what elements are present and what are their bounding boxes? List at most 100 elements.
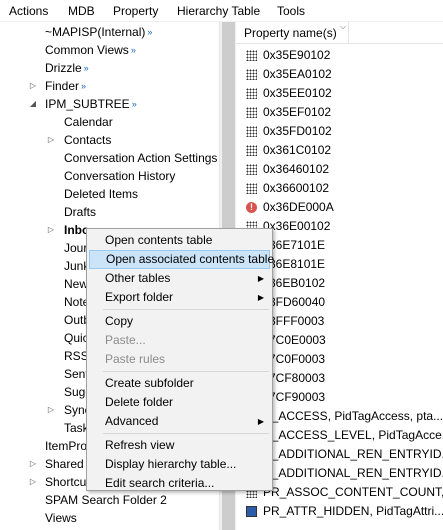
property-row[interactable]: 0x361C0102 xyxy=(236,141,443,160)
menu-hierarchy-table[interactable]: Hierarchy Table xyxy=(177,4,260,18)
tree-item[interactable]: Contacts xyxy=(64,131,111,149)
tree-item-label: New xyxy=(64,277,89,291)
double-chevron-icon: » xyxy=(131,99,137,109)
menu-item-label: Open contents table xyxy=(105,233,213,247)
menu-item-label: Advanced xyxy=(105,414,159,428)
tree-item[interactable]: Task xyxy=(64,419,89,437)
menu-item-refresh-view[interactable]: Refresh view xyxy=(89,436,270,455)
property-row[interactable]: PR_ATTR_HIDDEN, PidTagAttri... xyxy=(236,502,443,521)
menu-item-create-subfolder[interactable]: Create subfolder xyxy=(89,374,270,393)
double-chevron-icon: » xyxy=(147,27,152,37)
column-header[interactable]: Property name(s) ⌵ xyxy=(236,22,443,44)
menu-property[interactable]: Property xyxy=(113,4,158,18)
tree-item-label: Shortcu xyxy=(45,475,87,489)
menu-item-label: Paste... xyxy=(105,333,146,347)
menu-item-edit-search-criteria[interactable]: Edit search criteria... xyxy=(89,474,270,493)
tree-item[interactable]: Drizzle» xyxy=(45,59,89,77)
property-name: 0x36460102 xyxy=(263,162,330,176)
tree-item-label: Views xyxy=(45,511,77,525)
property-name: R_ACCESS, PidTagAccess, pta... xyxy=(263,409,443,423)
menu-item-label: Delete folder xyxy=(105,395,174,409)
property-name: R_ADDITIONAL_REN_ENTRYID... xyxy=(263,447,443,461)
tree-item[interactable]: Quic xyxy=(64,329,89,347)
property-row[interactable]: 0x35EF0102 xyxy=(236,103,443,122)
menu-item-label: Open associated contents table xyxy=(106,252,275,266)
property-name: 0x35EF0102 xyxy=(263,105,332,119)
double-chevron-icon: » xyxy=(83,63,89,73)
menu-item-label: Display hierarchy table... xyxy=(105,457,237,471)
menu-item-export-folder[interactable]: Export folder ▶ xyxy=(89,288,270,307)
menu-item-label: Copy xyxy=(105,314,134,328)
property-row[interactable]: 0x36460102 xyxy=(236,160,443,179)
tree-item[interactable]: Jour xyxy=(64,239,87,257)
tree-item-label: Shared xyxy=(45,457,84,471)
property-grid-icon xyxy=(246,107,257,118)
menu-item-copy[interactable]: Copy xyxy=(89,312,270,331)
tree-item[interactable]: ~MAPISP(Internal)» xyxy=(45,23,152,41)
menu-item-display-hierarchy-table[interactable]: Display hierarchy table... xyxy=(89,455,270,474)
double-chevron-icon: » xyxy=(130,45,136,55)
property-name: 0x35EA0102 xyxy=(263,67,332,81)
tree-item-label: Jour xyxy=(64,241,88,255)
tree-item[interactable]: Shortcu xyxy=(45,473,86,491)
column-separator[interactable] xyxy=(348,22,349,44)
tree-item-label: Drafts xyxy=(64,205,97,219)
tree-item-label: Drizzle xyxy=(45,61,82,75)
tree-item[interactable]: New xyxy=(64,275,88,293)
expand-icon[interactable]: ▷ xyxy=(46,401,56,419)
property-name: 0x35E90102 xyxy=(263,48,331,62)
menu-actions[interactable]: Actions xyxy=(9,4,48,18)
menu-item-delete-folder[interactable]: Delete folder xyxy=(89,393,270,412)
property-square-icon xyxy=(246,506,257,517)
collapse-icon[interactable]: ◢ xyxy=(28,95,38,113)
tree-item[interactable]: Shared xyxy=(45,455,84,473)
menu-item-advanced[interactable]: Advanced ▶ xyxy=(89,412,270,431)
tree-item[interactable]: Sent xyxy=(64,365,89,383)
expand-icon[interactable]: ▷ xyxy=(46,221,56,239)
tree-item-label: Calendar xyxy=(64,115,113,129)
property-row[interactable]: 0x35FD0102 xyxy=(236,122,443,141)
menu-item-paste-rules: Paste rules xyxy=(89,350,270,369)
tree-item-label: SPAM Search Folder 2 xyxy=(45,493,167,507)
property-grid-icon xyxy=(246,50,257,61)
property-name: 0x36E00102 xyxy=(263,219,331,233)
property-name: 0x36DE000A xyxy=(263,200,334,214)
tree-item[interactable]: Conversation Action Settings xyxy=(64,149,217,167)
menu-tools[interactable]: Tools xyxy=(277,4,305,18)
property-name: 0x361C0102 xyxy=(263,143,332,157)
tree-item[interactable]: Common Views» xyxy=(45,41,136,59)
tree-item-label: Finder xyxy=(45,79,80,93)
property-name: 0x36600102 xyxy=(263,181,330,195)
property-row[interactable]: 0x36600102 xyxy=(236,179,443,198)
tree-item[interactable]: IPM_SUBTREE» xyxy=(45,95,137,113)
double-chevron-icon: » xyxy=(81,81,86,91)
tree-item-label: Deleted Items xyxy=(64,187,139,201)
menu-item-open-contents-table[interactable]: Open contents table xyxy=(89,231,270,250)
tree-item[interactable]: Calendar xyxy=(64,113,113,131)
menu-item-other-tables[interactable]: Other tables ▶ xyxy=(89,269,270,288)
property-row[interactable]: 0x35E90102 xyxy=(236,46,443,65)
menu-item-open-associated-contents-table[interactable]: Open associated contents table xyxy=(89,250,274,269)
tree-item[interactable]: Finder» xyxy=(45,77,86,95)
menu-mdb[interactable]: MDB xyxy=(68,4,95,18)
property-name: R_ACCESS_LEVEL, PidTagAcce... xyxy=(263,428,443,442)
expand-icon[interactable]: ▷ xyxy=(28,455,38,473)
tree-item[interactable]: Drafts xyxy=(64,203,96,221)
property-name: PR_ATTR_HIDDEN, PidTagAttri... xyxy=(263,504,443,518)
tree-item[interactable]: RSS xyxy=(64,347,89,365)
property-row[interactable]: 0x35EA0102 xyxy=(236,65,443,84)
tree-item[interactable]: Views xyxy=(45,509,77,527)
tree-item[interactable]: ItemPro xyxy=(45,437,87,455)
expand-icon[interactable]: ▷ xyxy=(46,131,56,149)
tree-item[interactable]: Conversation History xyxy=(64,167,175,185)
tree-item[interactable]: SPAM Search Folder 2 xyxy=(45,491,167,509)
tree-item-label: IPM_SUBTREE xyxy=(45,97,130,111)
expand-icon[interactable]: ▷ xyxy=(28,77,38,95)
property-row[interactable]: ! 0x36DE000A xyxy=(236,198,443,217)
property-name: R_ADDITIONAL_REN_ENTRYID... xyxy=(263,466,443,480)
tree-item[interactable]: Deleted Items xyxy=(64,185,138,203)
property-grid-icon xyxy=(246,145,257,156)
property-row[interactable]: 0x35EE0102 xyxy=(236,84,443,103)
expand-icon[interactable]: ▷ xyxy=(28,473,38,491)
property-name: PR_ASSOC_CONTENT_COUNT,... xyxy=(263,485,443,499)
